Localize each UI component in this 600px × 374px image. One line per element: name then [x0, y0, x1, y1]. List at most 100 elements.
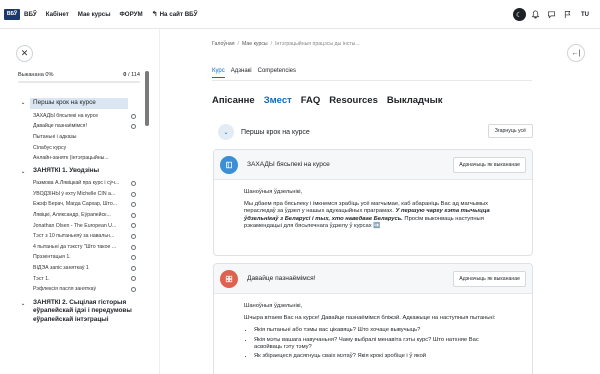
course-index-item[interactable]: Тэст з 10 пытаньняў за навальн... [0, 231, 145, 242]
sidebar-scrollbar[interactable] [145, 71, 149, 126]
section-title: Першы крок на курсе [241, 128, 310, 136]
activity-card-security: ЗАХАДЫ бясьпекі на курсе Адзначыць як вы… [213, 149, 533, 256]
flag-icon[interactable] [560, 8, 574, 22]
item-label: Давайце пазнаёмімся! [33, 123, 87, 130]
breadcrumb-current-course[interactable]: Інтэграцыйныя працэсы ды інсты... [275, 41, 360, 47]
question-item: Якія мэты вашага навучаньня? Чаму выбрал… [254, 337, 506, 351]
course-index-item[interactable]: Лявіцкі, Аляксандр, Еўрапейск... [0, 210, 145, 221]
close-drawer-button[interactable]: ✕ [16, 45, 33, 62]
item-label: Лявіцкі, Аляксандр, Еўрапейск... [33, 212, 111, 219]
activity-header: ЗАХАДЫ бясьпекі на курсе Адзначыць як вы… [214, 150, 532, 180]
course-index-item[interactable]: Ёжэф Берач, Магда Сархар, Што... [0, 199, 145, 210]
course-index-item[interactable]: УВОДЗІНЫ ў ехту Michelle CIN а... [0, 189, 145, 200]
return-arrow-icon: ↰ [151, 11, 158, 18]
activity-description: Шаноўныя ўдзельнікі, Мы дбаем пра бясьпе… [214, 180, 506, 230]
greeting-text: Шаноўныя ўдзельнікі, [244, 189, 303, 195]
forum-icon [220, 269, 238, 288]
chevron-down-icon: ⌄ [223, 129, 229, 136]
subtab-course[interactable]: Курс [212, 68, 225, 78]
nav-link-cabinet[interactable]: Кабінет [46, 11, 69, 18]
security-paragraph: Мы дбаем пра бясьпеку і імкнемся зрабіць… [244, 201, 490, 229]
item-label: УВОДЗІНЫ ў ехту Michelle CIN а... [33, 190, 116, 197]
course-index-tree: ⌄ Першы крок на курсе ЗАХАДЫ бясьпекі на к… [0, 98, 145, 326]
item-label: ВІДЭА запіс заняткаў 1 [33, 265, 89, 272]
course-index-item[interactable]: Прэзентацыя 1. [0, 252, 145, 263]
tab-contents[interactable]: Змест [264, 95, 292, 106]
subtab-competencies[interactable]: Competencies [258, 68, 296, 78]
breadcrumb-my-courses[interactable]: Мае курсы [242, 41, 268, 47]
dark-mode-toggle[interactable]: ☾ [512, 8, 526, 22]
course-index-item[interactable]: 4 пытаньні да тэксту "Што такое ... [0, 242, 145, 253]
item-label: Анлайн-занятк (інтэграцыйны... [33, 155, 109, 162]
nav-link-forum[interactable]: ФОРУМ [120, 11, 143, 18]
section-header: ⌄ Першы крок на курсе Згарнуць усё [218, 122, 533, 142]
course-index-item[interactable]: Jonathan Olsen - The European U... [0, 220, 145, 231]
item-label: Тэст з 10 пытаньняў за навальн... [33, 233, 115, 240]
course-index-drawer: ✕ Выканана 0% 0 / 114 ⌄ Першы крок на кур… [0, 29, 160, 374]
nav-link-back-to-site[interactable]: ↰ На сайт ВБЎ [151, 10, 198, 19]
section-name: Першы крок на курсе [30, 98, 128, 109]
completion-circle-icon [131, 191, 136, 197]
tab-resources[interactable]: Resources [329, 95, 378, 106]
subtabs-divider [212, 80, 532, 81]
section-name: ЗАНЯТКІ 2. Сыцілая гісторыя еўрапейскай … [33, 298, 132, 323]
course-index-item[interactable]: Пытаньні і адказы [0, 132, 145, 143]
site-logo[interactable]: ВБЎ [4, 8, 20, 20]
course-section[interactable]: ⌄ ЗАНЯТКІ 1. Уводзіны [0, 167, 145, 176]
chevron-down-icon[interactable]: ⌄ [21, 99, 25, 108]
course-index-item[interactable]: Размова А.Лявіцкай пра курс і сўч... [0, 178, 145, 189]
course-section[interactable]: ⌄ ЗАНЯТКІ 2. Сыцілая гісторыя еўрапейскай… [0, 299, 145, 325]
item-label: Прэзентацыя 1. [33, 254, 71, 261]
item-label: ЗАХАДЫ бясьпекі на курсе [33, 112, 99, 119]
course-index-item[interactable]: Сілабус курсу [0, 142, 145, 153]
course-index-item[interactable]: Анлайн-занятк (інтэграцыйны... [0, 153, 145, 164]
completion-circle-icon [131, 223, 136, 229]
course-section[interactable]: ⌄ Першы крок на курсе [0, 98, 145, 109]
greeting-text: Шаноўныя ўдзельнікі, [244, 303, 303, 309]
course-index-item[interactable]: ВІДЭА запіс заняткаў 1 [0, 263, 145, 274]
back-link-label: На сайт ВБЎ [159, 10, 198, 18]
collapse-all-button[interactable]: Згарнуць усё [487, 124, 533, 138]
course-index-item[interactable]: Рэфлексія пасля заняткаў [0, 284, 145, 295]
completion-circle-icon [131, 265, 136, 271]
progress-count: 0 / 114 [123, 72, 140, 78]
book-icon [220, 155, 238, 174]
chevron-down-icon[interactable]: ⌄ [21, 300, 25, 309]
bell-icon[interactable] [528, 8, 542, 22]
main-content: Галоўная / Мае курсы / Інтэграцыйныя працэсы… [160, 29, 600, 374]
tab-faq[interactable]: FAQ [301, 95, 321, 106]
mark-as-done-button[interactable]: Адзначыць як выкананае [453, 271, 526, 287]
open-block-drawer-button[interactable]: ←| [567, 44, 585, 62]
mark-as-done-button[interactable]: Адзначыць як выкананае [453, 157, 526, 173]
progress-label: Выканана 0% [18, 72, 54, 78]
completion-circle-icon [131, 202, 136, 208]
nav-link-my-courses[interactable]: Мае курсы [78, 11, 111, 18]
secondary-navigation: Курс Адзнакі Competencies [212, 68, 302, 78]
user-avatar[interactable]: TU [578, 8, 592, 22]
section-collapse-toggle[interactable]: ⌄ [218, 124, 234, 140]
completion-circle-icon [131, 233, 136, 239]
course-index-item[interactable]: ЗАХАДЫ бясьпекі на курсе [0, 111, 145, 122]
breadcrumb: Галоўная / Мае курсы / Інтэграцыйныя працэсы… [212, 41, 360, 47]
activity-title-link[interactable]: Давайце пазнаёмімся! [247, 275, 316, 282]
item-label: Пытаньні і адказы [33, 133, 77, 140]
item-label: Сілабус курсу [33, 144, 67, 151]
course-index-item[interactable]: Давайце пазнаёмімся! [0, 121, 145, 132]
chat-icon[interactable] [544, 8, 558, 22]
nav-link-home[interactable]: ВБЎ [24, 11, 37, 18]
moon-icon: ☾ [512, 8, 526, 21]
activity-title-link[interactable]: ЗАХАДЫ бясьпекі на курсе [247, 161, 330, 168]
chevron-down-icon[interactable]: ⌄ [21, 168, 25, 177]
progress-bar [18, 81, 140, 83]
completion-circle-icon [131, 255, 136, 261]
completion-circle-icon [131, 124, 136, 130]
tab-teacher[interactable]: Выкладчык [387, 95, 443, 106]
completion-circle-icon [131, 212, 136, 218]
completion-circle-icon [131, 276, 136, 282]
course-index-item[interactable]: Тэст 1. [0, 273, 145, 284]
question-list: Якія пытаньні або тэмы вас цікавяць? Што… [244, 327, 506, 360]
tab-description[interactable]: Апісанне [212, 95, 255, 106]
breadcrumb-home[interactable]: Галоўная [212, 41, 235, 47]
close-icon: ✕ [20, 48, 29, 58]
subtab-grades[interactable]: Адзнакі [231, 68, 252, 78]
